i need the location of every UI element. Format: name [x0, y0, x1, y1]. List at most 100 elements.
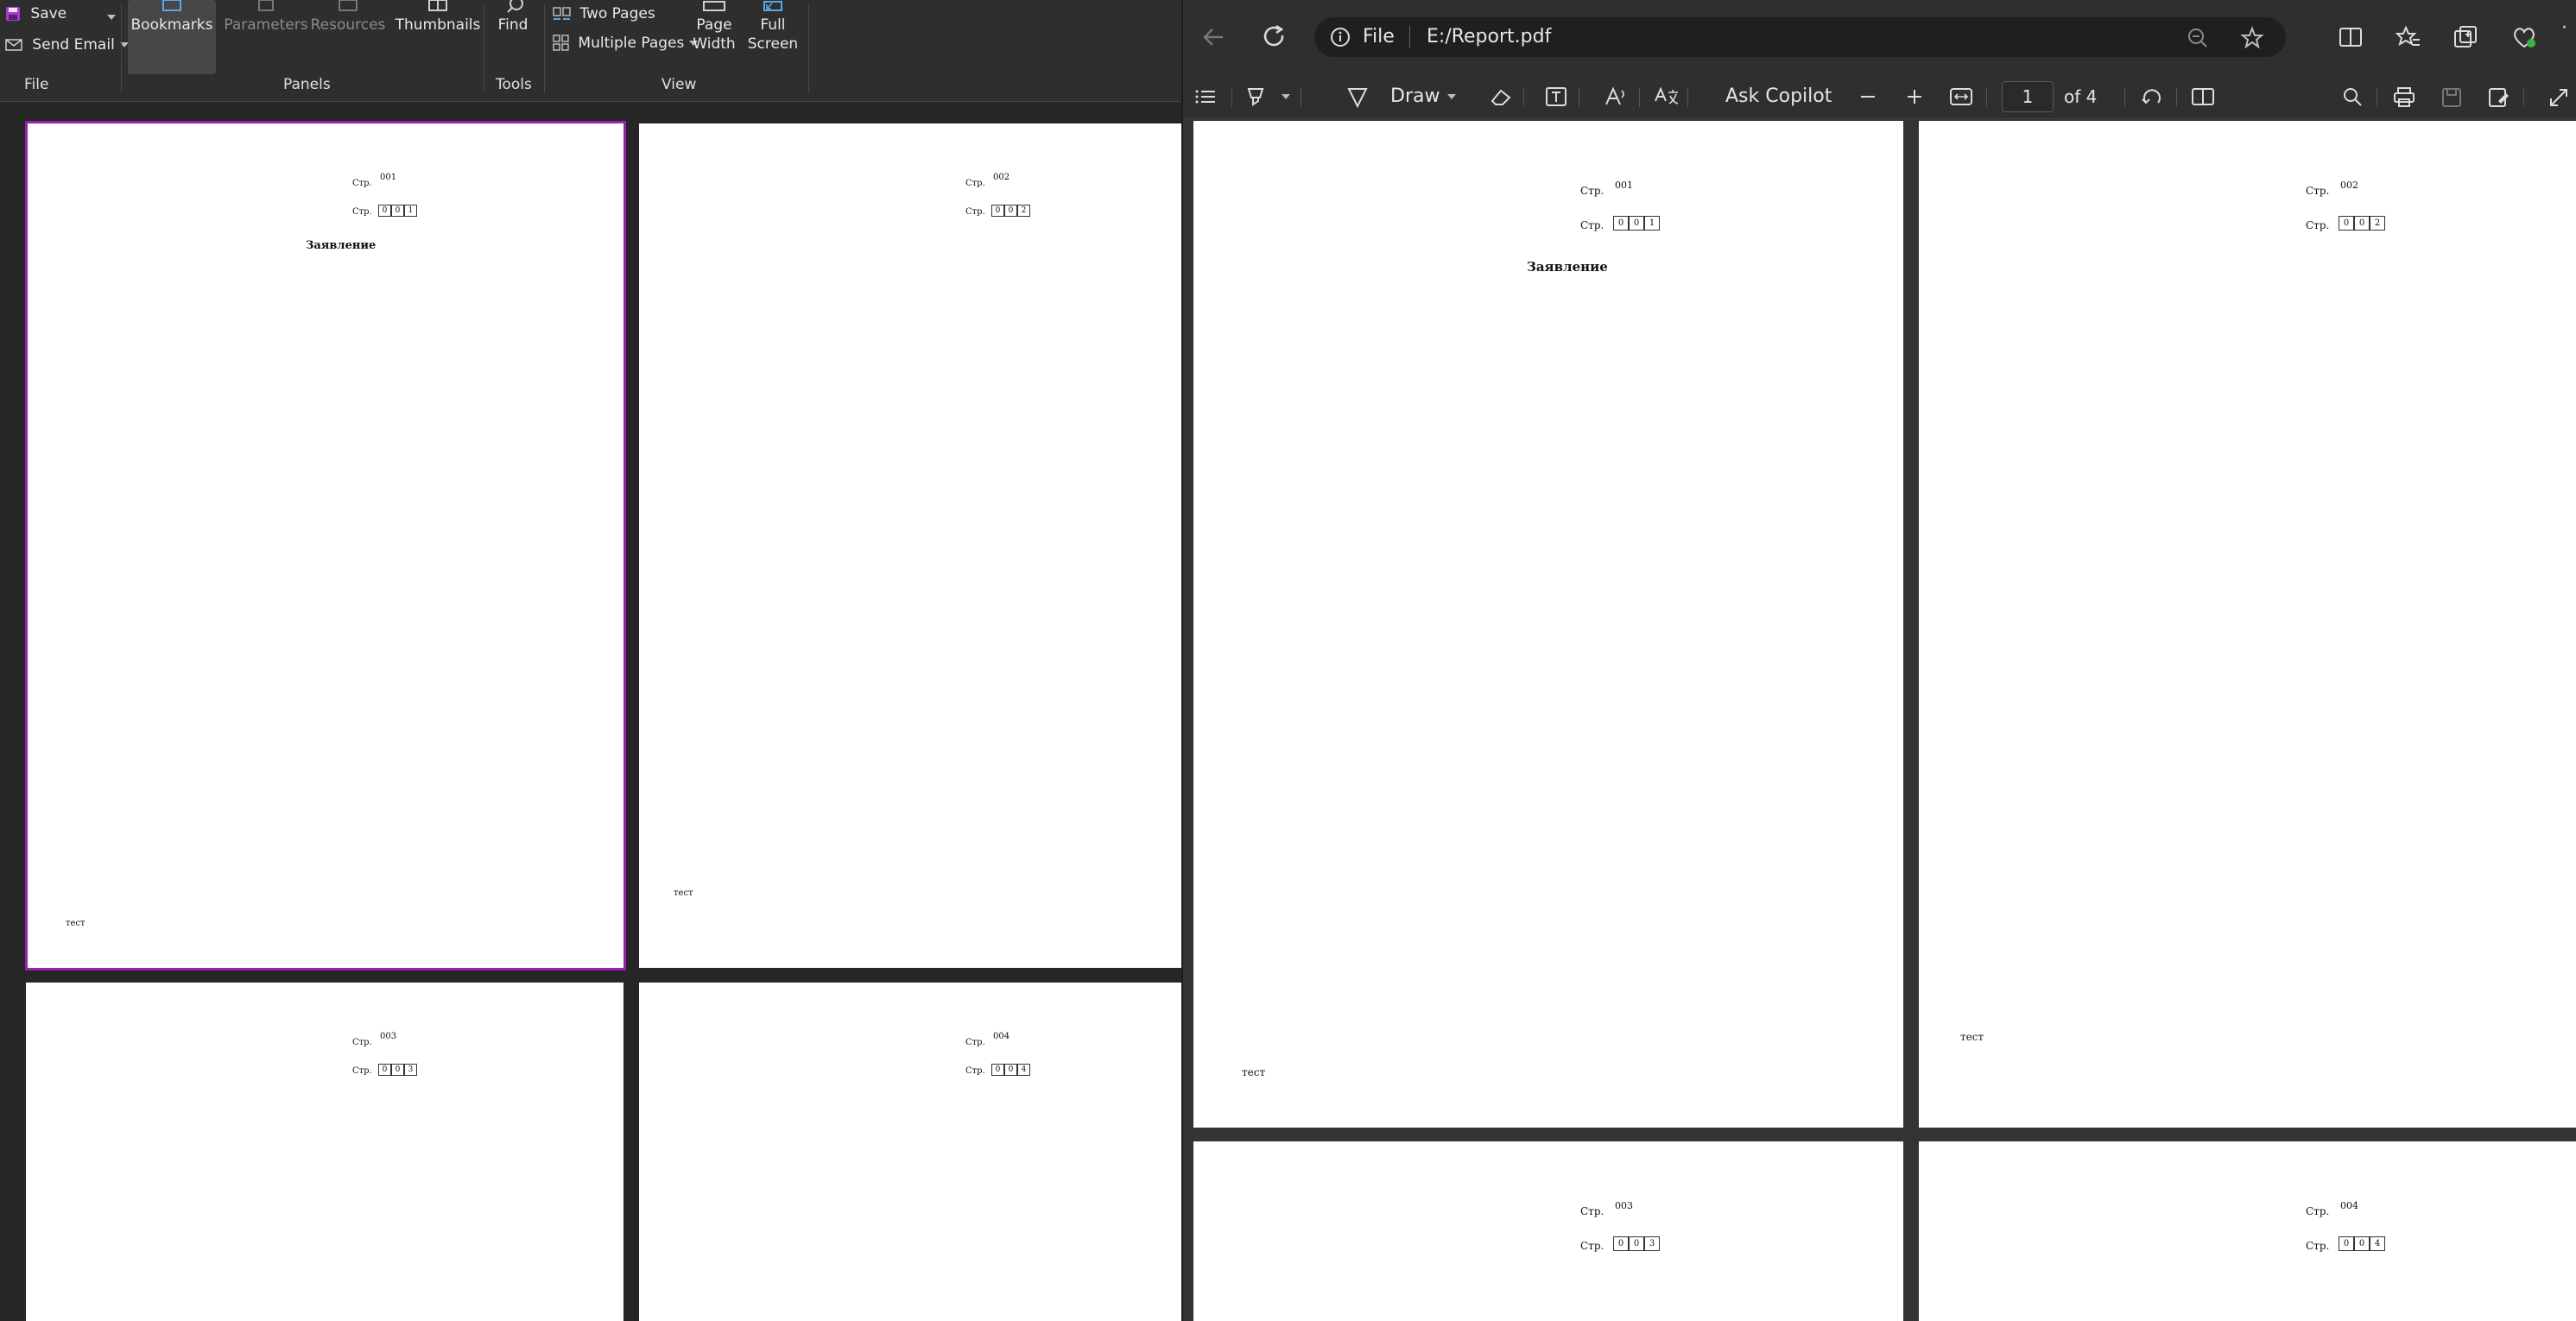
send-email-button[interactable]: Send Email: [5, 36, 129, 54]
highlight-icon[interactable]: [1244, 85, 1269, 108]
page-label: Стр.: [352, 179, 372, 188]
highlight-dropdown[interactable]: [1276, 74, 1290, 119]
page-digit-box: 4: [1017, 1064, 1030, 1076]
page-label: Стр.: [352, 1038, 372, 1047]
page-digit-box: 0: [1629, 216, 1644, 231]
draw-icon[interactable]: [1345, 85, 1370, 108]
fit-to-width-icon[interactable]: [1948, 86, 1974, 107]
full-screen-label-line1: Full: [760, 16, 786, 34]
thumbnails-label: Thumbnails: [395, 16, 481, 34]
page-digit-box: 4: [2370, 1236, 2385, 1251]
thumbnails-button[interactable]: Thumbnails: [394, 0, 482, 35]
full-screen-button[interactable]: Full Screen: [746, 0, 800, 54]
viewer-page-canvas[interactable]: Стр. 001 Стр. 0 0 1 Заявление тест Стр. …: [0, 109, 1181, 1321]
report-page-1[interactable]: Стр. 001 Стр. 0 0 1 Заявление тест: [25, 121, 626, 970]
page-label: Стр.: [2306, 219, 2330, 231]
pdf-page-1[interactable]: Стр. 001 Стр. 0 0 1 Заявление тест: [1193, 121, 1903, 1128]
back-arrow-icon: [1203, 28, 1223, 46]
find-button[interactable]: Find: [489, 0, 537, 35]
page-label: Стр.: [352, 207, 372, 217]
multiple-pages-button[interactable]: Multiple Pages: [553, 35, 699, 52]
ask-copilot-button[interactable]: Ask Copilot: [1725, 74, 1832, 119]
bookmarks-icon: [162, 0, 181, 11]
bookmarks-button[interactable]: Bookmarks: [128, 0, 216, 74]
page-number: 004: [2340, 1200, 2358, 1211]
page-label: Стр.: [352, 1066, 372, 1076]
pdf-page-4[interactable]: Стр. 004 Стр. 0 0 4: [1919, 1141, 2576, 1321]
page-digit-box: 0: [378, 1064, 391, 1076]
search-icon[interactable]: [2342, 86, 2364, 109]
draw-dropdown[interactable]: [1442, 74, 1456, 119]
toolbar-divider: [1523, 88, 1524, 107]
report-page-3[interactable]: Стр. 003 Стр. 0 0 3: [26, 983, 623, 1321]
page-digit-box: 0: [2339, 216, 2354, 231]
zoom-minus-icon[interactable]: [1858, 88, 1877, 105]
toolbar-divider: [1986, 88, 1987, 107]
page-digit-box: 0: [991, 1064, 1004, 1076]
browser-window: File E:/Report.pdf · Draw Ask Copilot 1 …: [1181, 0, 2576, 1321]
viewer-ribbon: Save Send Email File Bookmarks Parameter…: [0, 0, 1181, 102]
text-box-icon[interactable]: [1544, 85, 1568, 108]
parameters-button[interactable]: Parameters: [223, 0, 309, 35]
page-number-boxes: 0 0 3: [378, 1064, 417, 1076]
pdf-page-3[interactable]: Стр. 003 Стр. 0 0 3: [1193, 1141, 1903, 1321]
info-icon: [1331, 28, 1350, 47]
draw-button[interactable]: Draw: [1390, 74, 1440, 119]
page-digit-box: 2: [2370, 216, 2385, 231]
collections-icon[interactable]: [2453, 24, 2478, 50]
save-icon: [6, 7, 20, 21]
translate-icon[interactable]: [1653, 85, 1680, 108]
save-icon[interactable]: [2440, 86, 2463, 109]
report-page-2[interactable]: Стр. 002 Стр. 0 0 2 тест: [639, 123, 1181, 968]
print-icon[interactable]: [2392, 86, 2416, 109]
read-aloud-icon[interactable]: [1603, 85, 1629, 108]
page-digit-box: 0: [391, 1064, 404, 1076]
document-title: Заявление: [1527, 259, 1608, 275]
page-number-boxes: 0 0 2: [2339, 216, 2385, 231]
rotate-icon[interactable]: [2140, 85, 2164, 110]
more-options-icon[interactable]: ·: [2561, 17, 2567, 39]
toolbar-divider: [1231, 88, 1232, 107]
favorite-star-icon[interactable]: [2240, 26, 2264, 50]
page-width-button[interactable]: Page Width: [689, 0, 739, 54]
page-digit-box: 0: [1004, 1064, 1017, 1076]
eraser-icon[interactable]: [1489, 85, 1513, 108]
page-number-boxes: 0 0 1: [378, 205, 417, 217]
resources-button[interactable]: Resources: [309, 0, 387, 35]
two-pages-button[interactable]: Two Pages: [553, 5, 655, 22]
page-number: 004: [993, 1032, 1010, 1041]
two-pages-label: Two Pages: [579, 5, 655, 22]
favorites-icon[interactable]: [2396, 24, 2421, 50]
page-view-icon[interactable]: [2190, 86, 2216, 107]
page-label: Стр.: [965, 179, 985, 188]
page-number-input[interactable]: [2002, 81, 2054, 112]
page-digit-box: 0: [2354, 1236, 2370, 1251]
browser-essentials-icon[interactable]: [2511, 24, 2537, 50]
zoom-out-icon[interactable]: [2187, 27, 2209, 49]
report-page-4[interactable]: Стр. 004 Стр. 0 0 4: [639, 983, 1181, 1321]
back-button[interactable]: [1199, 17, 1228, 57]
page-digit-box: 0: [991, 205, 1004, 217]
two-pages-icon: [553, 7, 571, 20]
search-icon: [507, 0, 523, 13]
ribbon-group-file-label: File: [24, 76, 49, 93]
find-label: Find: [497, 16, 528, 34]
page-number-boxes: 0 0 4: [2339, 1236, 2385, 1251]
ribbon-group-view-label: View: [661, 76, 697, 93]
split-screen-icon[interactable]: [2339, 26, 2363, 48]
save-button[interactable]: Save: [5, 5, 66, 22]
page-label: Стр.: [2306, 1240, 2330, 1252]
table-of-contents-icon[interactable]: [1193, 86, 1218, 107]
expand-icon[interactable]: [2548, 86, 2570, 109]
page-digit-box: 0: [1613, 216, 1629, 231]
page-digit-box: 3: [1644, 1236, 1660, 1251]
address-bar[interactable]: File E:/Report.pdf: [1314, 17, 2286, 57]
pdf-page-canvas[interactable]: Стр. 001 Стр. 0 0 1 Заявление тест Стр. …: [1183, 119, 2576, 1321]
refresh-button[interactable]: [1257, 17, 1292, 57]
page-label: Стр.: [1580, 1205, 1604, 1217]
save-as-icon[interactable]: [2487, 86, 2511, 109]
save-dropdown-arrow[interactable]: [102, 9, 116, 26]
pdf-page-2[interactable]: Стр. 002 Стр. 0 0 2 тест: [1919, 121, 2576, 1128]
zoom-plus-icon[interactable]: [1905, 87, 1924, 106]
page-width-label-line1: Page: [696, 16, 732, 34]
